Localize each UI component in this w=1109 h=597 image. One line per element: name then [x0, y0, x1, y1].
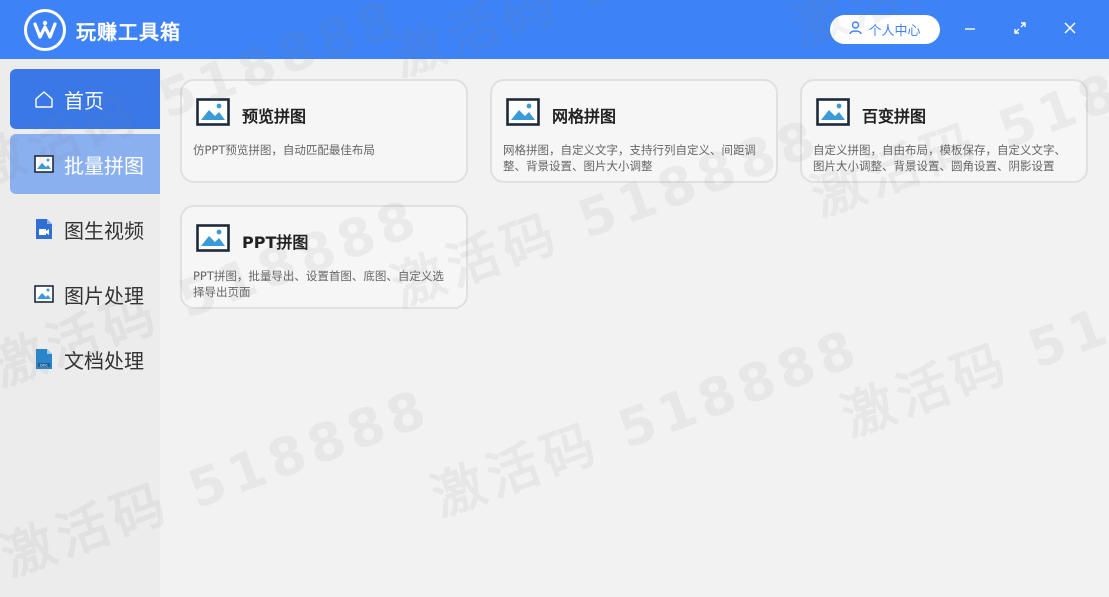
close-button[interactable]	[1058, 17, 1082, 41]
card-preview-collage[interactable]: 预览拼图 仿PPT预览拼图，自动匹配最佳布局	[180, 79, 468, 183]
sidebar-item-label: 首页	[64, 88, 104, 113]
expand-icon	[1013, 20, 1027, 39]
minimize-button[interactable]	[958, 17, 982, 41]
card-grid-collage[interactable]: 网格拼图 网格拼图，自定义文字，支持行列自定义、间距调整、背景设置、图片大小调整	[490, 79, 778, 183]
sidebar-item-image-to-video[interactable]: 图生视频	[10, 199, 160, 259]
title-bar: 玩赚工具箱 个人中心	[0, 0, 1109, 59]
close-icon	[1063, 20, 1077, 39]
sidebar-item-home[interactable]: 首页	[10, 69, 160, 129]
home-icon	[34, 89, 54, 109]
maximize-button[interactable]	[1008, 17, 1032, 41]
minimize-icon	[964, 20, 976, 39]
card-title: 预览拼图	[242, 107, 307, 126]
picture-icon	[196, 98, 230, 126]
image-icon	[34, 154, 54, 174]
sidebar-item-batch-collage[interactable]: 批量拼图	[10, 134, 160, 194]
card-description: 自定义拼图，自由布局，模板保存，自定义文字、图片大小调整、背景设置、圆角设置、阴…	[813, 143, 1066, 173]
card-title: PPT拼图	[242, 233, 309, 252]
video-file-icon	[34, 219, 54, 239]
image-icon	[34, 284, 54, 304]
card-description: 网格拼图，自定义文字，支持行列自定义、间距调整、背景设置、图片大小调整	[503, 143, 756, 173]
sidebar: 首页 批量拼图 图生视频 图片处理 DOC 文档处理	[0, 59, 160, 597]
picture-icon	[506, 98, 540, 126]
card-versatile-collage[interactable]: 百变拼图 自定义拼图，自由布局，模板保存，自定义文字、图片大小调整、背景设置、圆…	[800, 79, 1088, 183]
sidebar-item-document-processing[interactable]: DOC 文档处理	[10, 329, 160, 389]
card-title: 网格拼图	[552, 107, 617, 126]
card-description: PPT拼图，批量导出、设置首图、底图、自定义选择导出页面	[193, 269, 444, 299]
doc-file-icon: DOC	[34, 349, 54, 369]
svg-text:DOC: DOC	[40, 364, 48, 368]
sidebar-item-label: 图生视频	[64, 218, 144, 243]
card-title: 百变拼图	[862, 107, 927, 126]
card-description: 仿PPT预览拼图，自动匹配最佳布局	[193, 143, 375, 157]
sidebar-item-label: 文档处理	[64, 348, 144, 373]
sidebar-item-label: 批量拼图	[64, 153, 144, 178]
app-title: 玩赚工具箱	[76, 20, 181, 44]
picture-icon	[816, 98, 850, 126]
user-center-button[interactable]: 个人中心	[830, 15, 940, 44]
sidebar-item-label: 图片处理	[64, 283, 144, 308]
card-ppt-collage[interactable]: PPT拼图 PPT拼图，批量导出、设置首图、底图、自定义选择导出页面	[180, 205, 468, 309]
user-icon	[849, 20, 863, 39]
app-logo-icon	[24, 9, 66, 51]
picture-icon	[196, 224, 230, 252]
user-center-label: 个人中心	[868, 24, 921, 39]
sidebar-item-image-processing[interactable]: 图片处理	[10, 264, 160, 324]
main-content: 预览拼图 仿PPT预览拼图，自动匹配最佳布局 网格拼图 网格拼图，自定义文字，支…	[160, 59, 1109, 597]
